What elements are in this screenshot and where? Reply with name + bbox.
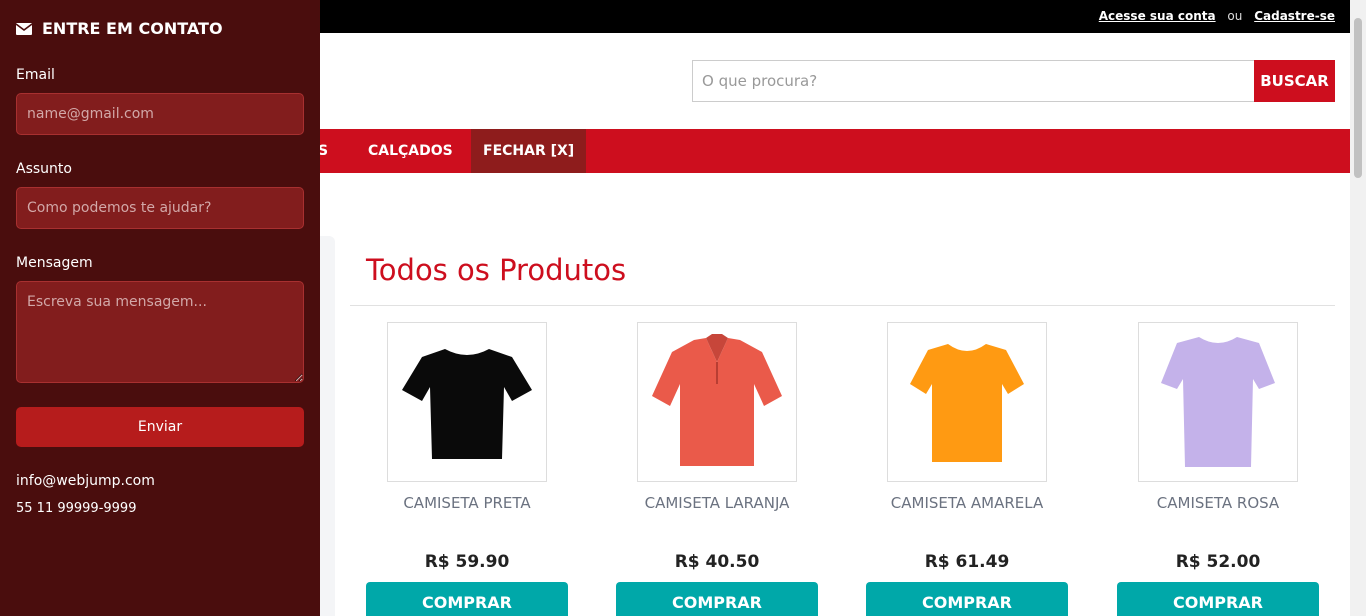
subject-label: Assunto <box>16 161 72 177</box>
product-image[interactable] <box>387 322 547 482</box>
contact-drawer: ENTRE EM CONTATO Email Assunto Mensagem … <box>0 0 320 616</box>
product-card: CAMISETA PRETA R$ 59.90 COMPRAR <box>366 322 568 616</box>
tshirt-pink-icon <box>1161 337 1275 467</box>
login-link[interactable]: Acesse sua conta <box>1099 9 1216 23</box>
product-image[interactable] <box>887 322 1047 482</box>
scrollbar-thumb[interactable] <box>1354 18 1362 178</box>
buy-button[interactable]: COMPRAR <box>1117 582 1319 616</box>
page-scrollbar[interactable] <box>1350 0 1366 616</box>
buy-button[interactable]: COMPRAR <box>366 582 568 616</box>
product-card: CAMISETA AMARELA R$ 61.49 COMPRAR <box>866 322 1068 616</box>
product-price: R$ 61.49 <box>924 552 1010 572</box>
product-name: CAMISETA LARANJA <box>644 494 790 512</box>
product-image[interactable] <box>1138 322 1298 482</box>
drawer-title-text: ENTRE EM CONTATO <box>42 19 223 38</box>
drawer-title: ENTRE EM CONTATO <box>16 19 223 38</box>
filter-panel-edge <box>320 236 335 616</box>
search-input[interactable] <box>692 60 1254 102</box>
buy-button[interactable]: COMPRAR <box>866 582 1068 616</box>
product-card: CAMISETA LARANJA R$ 40.50 COMPRAR <box>616 322 818 616</box>
product-image[interactable] <box>637 322 797 482</box>
title-divider <box>350 305 1335 306</box>
nav-item-calcados[interactable]: CALÇADOS <box>368 129 453 173</box>
envelope-icon <box>16 22 32 35</box>
send-button[interactable]: Enviar <box>16 407 304 447</box>
buy-button[interactable]: COMPRAR <box>616 582 818 616</box>
nav-close-button[interactable]: FECHAR [X] <box>471 129 587 173</box>
contact-email: info@webjump.com <box>16 473 155 489</box>
email-label: Email <box>16 67 55 83</box>
tshirt-black-icon <box>402 349 532 459</box>
product-name: CAMISETA PRETA <box>403 494 531 512</box>
product-price: R$ 59.90 <box>424 552 510 572</box>
message-field[interactable] <box>16 281 304 383</box>
email-field[interactable] <box>16 93 304 135</box>
signup-link[interactable]: Cadastre-se <box>1254 9 1335 23</box>
product-price: R$ 40.50 <box>674 552 760 572</box>
product-name: CAMISETA ROSA <box>1156 494 1280 512</box>
search-button[interactable]: BUSCAR <box>1254 60 1335 102</box>
contact-phone: 55 11 99999-9999 <box>16 501 137 516</box>
links-separator: ou <box>1227 9 1243 23</box>
subject-field[interactable] <box>16 187 304 229</box>
product-name: CAMISETA AMARELA <box>890 494 1044 512</box>
message-label: Mensagem <box>16 255 93 271</box>
product-price: R$ 52.00 <box>1175 552 1261 572</box>
account-links: Acesse sua conta ou Cadastre-se <box>1099 9 1335 23</box>
product-card: CAMISETA ROSA R$ 52.00 COMPRAR <box>1117 322 1319 616</box>
tshirt-yellow-icon <box>910 344 1024 462</box>
polo-shirt-icon <box>652 334 782 466</box>
page-title: Todos os Produtos <box>366 253 627 287</box>
